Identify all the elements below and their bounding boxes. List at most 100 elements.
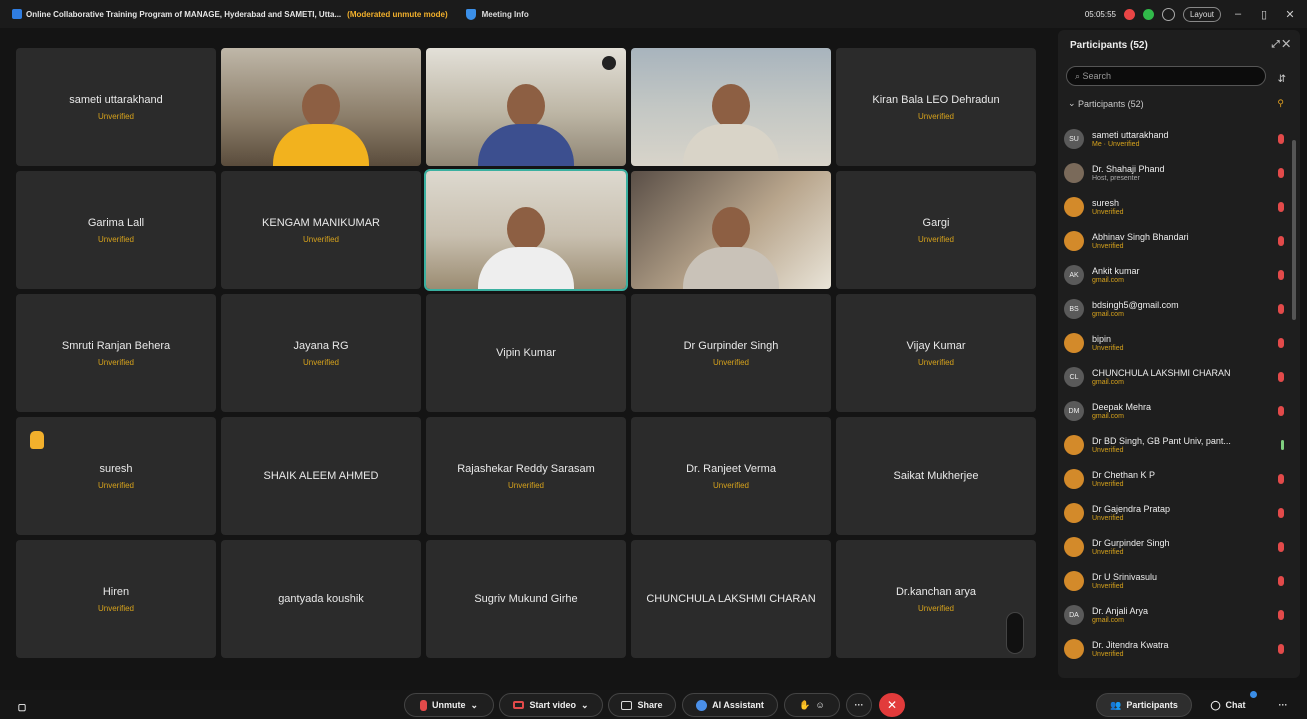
mic-muted-icon[interactable] <box>1278 542 1284 552</box>
layout-button[interactable]: Layout <box>1182 6 1221 22</box>
mic-muted-icon[interactable] <box>1278 168 1284 178</box>
recording-icon[interactable] <box>1123 8 1135 20</box>
mic-muted-icon[interactable] <box>1278 610 1284 620</box>
participant-row[interactable]: suresh Unverified <box>1064 190 1290 224</box>
participant-info: Dr Gurpinder Singh Unverified <box>1092 538 1262 556</box>
participant-tile[interactable]: Smruti Ranjan Behera Unverified <box>16 294 216 412</box>
participant-row[interactable]: Dr Gurpinder Singh Unverified <box>1064 530 1290 564</box>
chat-icon: ◯ <box>1210 699 1221 710</box>
participant-row[interactable]: Dr Chethan K P Unverified <box>1064 462 1290 496</box>
participant-row[interactable]: Dr Gajendra Pratap Unverified <box>1064 496 1290 530</box>
participant-row[interactable]: BS bdsingh5@gmail.com gmail.com <box>1064 292 1290 326</box>
participant-tile[interactable]: Garima Lall Unverified <box>16 171 216 289</box>
close-window-button[interactable]: ✕ <box>1281 8 1299 21</box>
close-panel-icon[interactable]: ⤢ ✕ <box>1272 39 1290 50</box>
participant-name: Dr. Shahaji Phand <box>1092 164 1165 174</box>
chevron-down-icon[interactable]: ⌄ <box>470 700 478 711</box>
participant-tile[interactable]: sameti uttarakhand Unverified <box>16 48 216 166</box>
participant-tile[interactable]: Saikat Mukherjee <box>836 417 1036 535</box>
mic-muted-icon[interactable] <box>1278 576 1284 586</box>
participant-status: Unverified <box>1092 345 1124 352</box>
leave-meeting-button[interactable]: ✕ <box>879 693 905 717</box>
mic-muted-icon[interactable] <box>1278 406 1284 416</box>
participant-status: gmail.com <box>1092 413 1124 420</box>
settings-icon[interactable] <box>1161 7 1175 21</box>
video-tile[interactable] <box>631 48 831 166</box>
participant-tile[interactable]: Jayana RG Unverified <box>221 294 421 412</box>
mic-muted-icon[interactable] <box>1278 338 1284 348</box>
participant-tile[interactable]: Gargi Unverified <box>836 171 1036 289</box>
participant-row[interactable]: Dr. Shahaji Phand Host, presenter <box>1064 156 1290 190</box>
video-tile[interactable] <box>631 171 831 289</box>
meeting-info-button[interactable]: Meeting Info <box>465 8 529 20</box>
mic-muted-icon[interactable] <box>1278 474 1284 484</box>
participant-row[interactable]: Dr BD Singh, GB Pant Univ, pant... Unveri… <box>1064 428 1290 462</box>
participant-tile[interactable]: KENGAM MANIKUMAR Unverified <box>221 171 421 289</box>
participant-row[interactable]: Dr. Jitendra Kwatra Unverified <box>1064 632 1290 666</box>
mic-muted-icon[interactable] <box>1278 372 1284 382</box>
participant-row[interactable]: CL CHUNCHULA LAKSHMI CHARAN gmail.com <box>1064 360 1290 394</box>
connection-status-icon[interactable] <box>1142 8 1154 20</box>
participant-row[interactable]: AK Ankit kumar gmail.com <box>1064 258 1290 292</box>
chat-bubble-icon[interactable]: ▢ <box>10 695 34 719</box>
mic-muted-icon[interactable] <box>1278 236 1284 246</box>
participant-tile[interactable]: Dr. Ranjeet Verma Unverified <box>631 417 831 535</box>
mic-muted-icon[interactable] <box>1278 134 1284 144</box>
participant-tile[interactable]: Dr Gurpinder Singh Unverified <box>631 294 831 412</box>
participants-button[interactable]: 👥 Participants <box>1096 693 1192 717</box>
share-button[interactable]: Share <box>608 693 676 717</box>
participant-row[interactable]: SU sameti uttarakhand Me · Unverified <box>1064 122 1290 156</box>
more-options-button[interactable]: ··· <box>846 693 872 717</box>
participant-name: Dr U Srinivasulu <box>1092 572 1158 582</box>
mic-on-icon[interactable] <box>1281 440 1284 450</box>
avatar <box>1064 537 1084 557</box>
participant-status: Unverified <box>1092 209 1124 216</box>
host-tools-icon[interactable]: ⚲ <box>1277 98 1284 109</box>
mic-muted-icon[interactable] <box>1278 644 1284 654</box>
more-icon[interactable]: ··· <box>1268 693 1298 717</box>
participant-info: Dr. Anjali Arya gmail.com <box>1092 606 1262 624</box>
participants-section-header[interactable]: ⌄ Participants (52) ⚲ <box>1058 98 1300 109</box>
ai-assistant-button[interactable]: AI Assistant <box>682 693 778 717</box>
participant-tile[interactable]: SHAIK ALEEM AHMED <box>221 417 421 535</box>
participant-tile[interactable]: Sugriv Mukund Girhe <box>426 540 626 658</box>
unverified-badge: Unverified <box>97 234 134 244</box>
chat-label: Chat <box>1225 700 1246 710</box>
participant-row[interactable]: DA Dr. Anjali Arya gmail.com <box>1064 598 1290 632</box>
participant-tile[interactable]: Kiran Bala LEO Dehradun Unverified <box>836 48 1036 166</box>
chevron-down-icon[interactable]: ⌄ <box>581 700 589 711</box>
participant-row[interactable]: Abhinav Singh Bhandari Unverified <box>1064 224 1290 258</box>
reactions-button[interactable]: ✋ ☺ <box>784 693 840 717</box>
grid-page-scroller[interactable] <box>1006 612 1024 654</box>
chat-button[interactable]: ◯ Chat <box>1200 693 1256 717</box>
participant-info: Dr. Shahaji Phand Host, presenter <box>1092 164 1262 182</box>
participant-tile[interactable]: Hiren Unverified <box>16 540 216 658</box>
unmute-button[interactable]: Unmute ⌄ <box>404 693 494 717</box>
participant-tile[interactable]: CHUNCHULA LAKSHMI CHARAN <box>631 540 831 658</box>
participant-tile[interactable]: Vijay Kumar Unverified <box>836 294 1036 412</box>
participant-row[interactable]: DM Deepak Mehra gmail.com <box>1064 394 1290 428</box>
participant-tile[interactable]: Vipin Kumar <box>426 294 626 412</box>
restore-button[interactable]: ▯ <box>1255 8 1273 21</box>
video-tile[interactable] <box>424 169 628 291</box>
avatar: AK <box>1064 265 1084 285</box>
video-tile[interactable] <box>221 48 421 166</box>
more-icon[interactable] <box>602 56 616 70</box>
minimize-button[interactable]: – <box>1229 8 1247 20</box>
mic-muted-icon[interactable] <box>1278 304 1284 314</box>
video-tile[interactable] <box>426 48 626 166</box>
mic-muted-icon[interactable] <box>1278 270 1284 280</box>
mic-muted-icon[interactable] <box>1278 508 1284 518</box>
participant-search-input[interactable]: ⌕ Search <box>1066 66 1266 86</box>
avatar: BS <box>1064 299 1084 319</box>
participant-row[interactable]: bipin Unverified <box>1064 326 1290 360</box>
title-bar-controls: 05:05:55 Layout – ▯ ✕ <box>1085 0 1299 28</box>
start-video-button[interactable]: Start video ⌄ <box>499 693 603 717</box>
participant-row[interactable]: Dr U Srinivasulu Unverified <box>1064 564 1290 598</box>
mic-muted-icon[interactable] <box>1278 202 1284 212</box>
participant-list-scrollbar[interactable] <box>1292 140 1296 320</box>
participant-tile[interactable]: gantyada koushik <box>221 540 421 658</box>
participant-tile[interactable]: suresh Unverified <box>16 417 216 535</box>
participant-tile[interactable]: Rajashekar Reddy Sarasam Unverified <box>426 417 626 535</box>
sort-icon[interactable]: ⇵ <box>1278 74 1286 85</box>
